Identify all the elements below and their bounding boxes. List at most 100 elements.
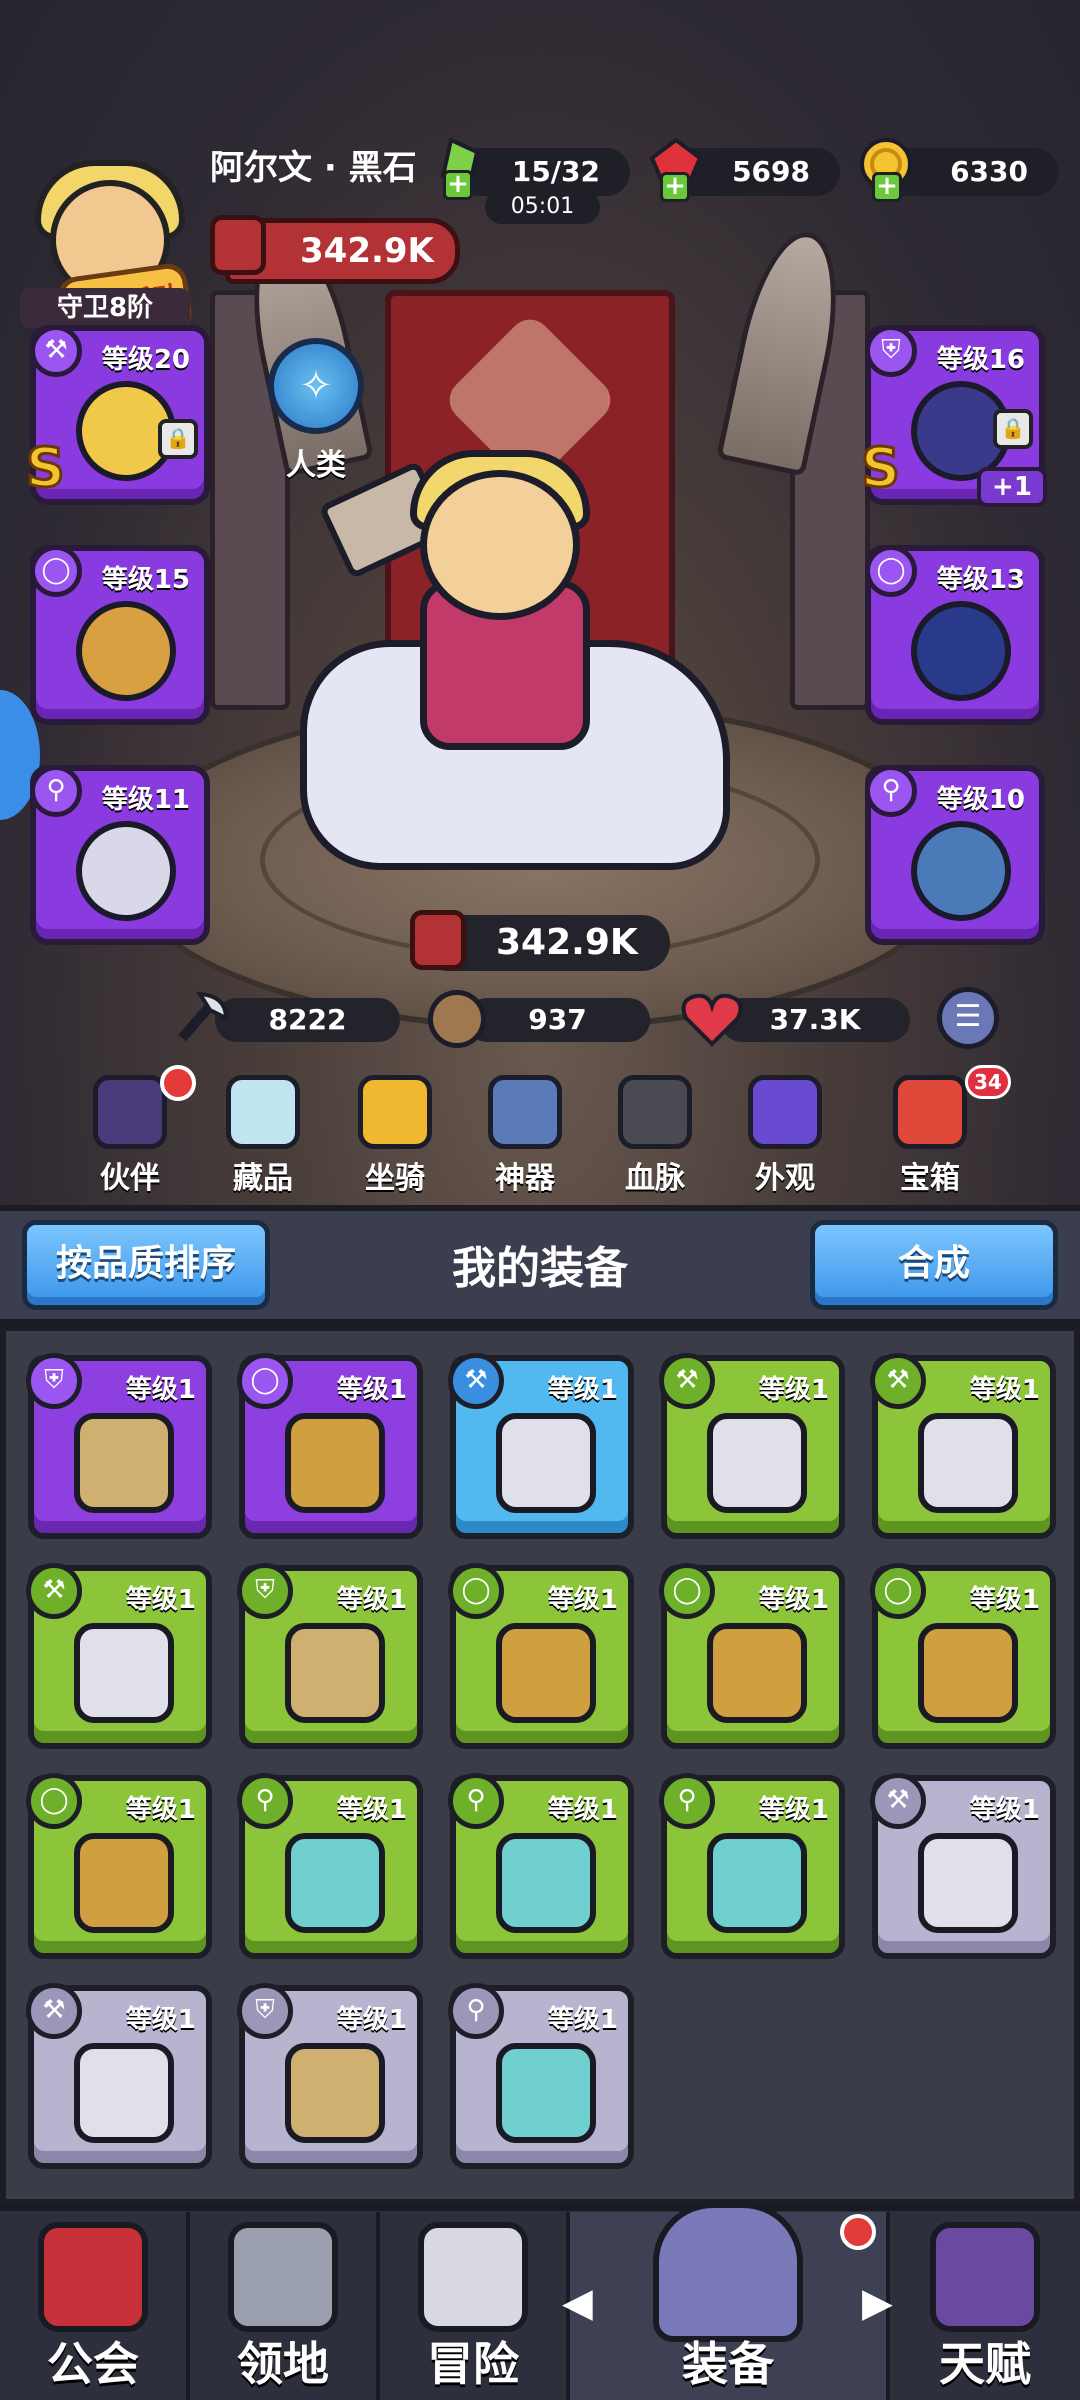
nav-talent[interactable]: 天赋: [890, 2212, 1080, 2400]
equip-slot-ring-2[interactable]: ◯ 等级13: [865, 545, 1045, 725]
notification-dot: [840, 2214, 876, 2250]
inventory-item[interactable]: ⚒ 等级1: [870, 1353, 1056, 1539]
stamina-add-button[interactable]: +: [443, 170, 473, 200]
menu-chest[interactable]: 宝箱 34: [875, 1065, 1011, 1196]
amulet-icon: ⚲: [237, 1773, 293, 1829]
nav-label: 冒险: [427, 2337, 519, 2391]
slot-level: 等级11: [101, 785, 190, 815]
inventory-item[interactable]: ⚲ 等级1: [448, 1773, 634, 1959]
chest-armor-icon: [285, 2043, 385, 2143]
inventory-item[interactable]: ⚒ 等级1: [26, 1563, 212, 1749]
gem-add-button[interactable]: +: [660, 172, 690, 202]
menu-artifact[interactable]: 神器: [470, 1075, 580, 1196]
inventory-item[interactable]: ⛨ 等级1: [237, 1983, 423, 2169]
armor-icon: ⛨: [237, 1563, 293, 1619]
leather-armor-icon: [74, 1413, 174, 1513]
inventory-item[interactable]: ⚒ 等级1: [448, 1353, 634, 1539]
equip-slot-amulet[interactable]: ⚲ 等级11: [30, 765, 210, 945]
ruby-amulet-icon: [76, 821, 176, 921]
nav-territory[interactable]: 领地: [190, 2212, 380, 2400]
item-level: 等级1: [969, 1795, 1040, 1825]
amulet-icon: ⚲: [865, 765, 917, 817]
crossed-axes-icon: [418, 2222, 528, 2332]
equip-slot-amulet-2[interactable]: ⚲ 等级10: [865, 765, 1045, 945]
race-crest-icon[interactable]: ✧: [268, 338, 364, 434]
rank-badge: S: [860, 435, 902, 501]
heart-icon: [681, 993, 743, 1047]
slot-level: 等级15: [101, 565, 190, 595]
sapphire-ring-icon: [707, 1623, 807, 1723]
armor-icon: ⛨: [26, 1353, 82, 1409]
defense-stat: 937: [465, 998, 650, 1042]
menu-appearance[interactable]: 外观: [730, 1075, 840, 1196]
attack-axe-icon: [178, 991, 229, 1042]
inventory-item[interactable]: ⚲ 等级1: [448, 1983, 634, 2169]
menu-companion[interactable]: 伙伴: [75, 1065, 196, 1196]
item-level: 等级1: [336, 2005, 407, 2035]
amulet-icon: ⚲: [448, 1983, 504, 2039]
equip-slot-weapon[interactable]: ⚒ 等级20 🔒 S: [25, 325, 210, 505]
guild-banner-icon: [38, 2222, 148, 2332]
rank-badge: S: [25, 435, 67, 501]
hero-head: [420, 470, 580, 620]
inventory-item[interactable]: ⚒ 等级1: [26, 1983, 212, 2169]
item-level: 等级1: [125, 1375, 196, 1405]
axe-icon: ⚒: [26, 1563, 82, 1619]
armor-icon: ⛨: [237, 1983, 293, 2039]
chevron-left-icon: ◀: [562, 2280, 593, 2326]
inventory-item[interactable]: ◯ 等级1: [659, 1563, 845, 1749]
nav-guild[interactable]: 公会: [0, 2212, 190, 2400]
equip-slot-ring[interactable]: ◯ 等级15: [30, 545, 210, 725]
sword-artifact-icon: [488, 1075, 562, 1149]
menu-label: 伙伴: [100, 1161, 160, 1196]
nav-label: 装备: [682, 2337, 774, 2391]
menu-bloodline[interactable]: 血脉: [600, 1075, 710, 1196]
nav-label: 公会: [47, 2337, 139, 2391]
gold-add-button[interactable]: +: [872, 172, 902, 202]
axe-icon: ⚒: [30, 325, 82, 377]
inventory-item[interactable]: ⚒ 等级1: [659, 1353, 845, 1539]
inventory-item[interactable]: ⛨ 等级1: [26, 1353, 212, 1539]
stats-list-button[interactable]: ☰: [937, 987, 999, 1049]
inventory-item[interactable]: ⚒ 等级1: [870, 1773, 1056, 1959]
bloodline-emblem-icon: [618, 1075, 692, 1149]
sapphire-ring-icon: [911, 601, 1011, 701]
item-level: 等级1: [758, 1375, 829, 1405]
castle-icon: [228, 2222, 338, 2332]
merge-button[interactable]: 合成: [810, 1220, 1058, 1310]
axe-icon: ⚒: [659, 1353, 715, 1409]
sapphire-ring-icon: [918, 1623, 1018, 1723]
ruby-amulet-icon: [496, 2043, 596, 2143]
inventory-item[interactable]: ⚲ 等级1: [237, 1773, 423, 1959]
hero-stage: 五一活动节 守卫8阶 阿尔文 · 黑石 15/32 + 05:01 5698 +…: [0, 0, 1080, 1205]
equip-slot-armor[interactable]: ⛨ 等级16 🔒 S +1: [860, 325, 1047, 507]
axe-icon: ⚒: [870, 1773, 926, 1829]
sort-by-quality-button[interactable]: 按品质排序: [22, 1220, 270, 1310]
inventory-item[interactable]: ⛨ 等级1: [237, 1563, 423, 1749]
stamina-timer: 05:01: [485, 190, 600, 224]
inventory-item[interactable]: ◯ 等级1: [870, 1563, 1056, 1749]
menu-collection[interactable]: 藏品: [208, 1075, 318, 1196]
skull-mask-icon: [496, 1833, 596, 1933]
nav-equipment[interactable]: 装备: [570, 2202, 890, 2400]
item-level: 等级1: [547, 1795, 618, 1825]
inventory-item[interactable]: ⚲ 等级1: [659, 1773, 845, 1959]
menu-label: 神器: [495, 1161, 555, 1196]
inventory-item[interactable]: ◯ 等级1: [26, 1773, 212, 1959]
item-level: 等级1: [758, 1795, 829, 1825]
amulet-icon: ⚲: [30, 765, 82, 817]
inventory-item[interactable]: ◯ 等级1: [448, 1563, 634, 1749]
slot-level: 等级16: [936, 345, 1025, 375]
lock-icon: 🔒: [158, 419, 198, 459]
skull-mask-icon: [707, 1833, 807, 1933]
inventory-item[interactable]: ◯ 等级1: [237, 1353, 423, 1539]
axe-icon: ⚒: [26, 1983, 82, 2039]
menu-mount[interactable]: 坐骑: [340, 1075, 450, 1196]
hand-axe-icon: [74, 1623, 174, 1723]
nav-adventure[interactable]: 冒险: [380, 2212, 570, 2400]
player-name: 阿尔文 · 黑石: [210, 148, 417, 188]
talent-book-icon: [930, 2222, 1040, 2332]
slot-level: 等级10: [936, 785, 1025, 815]
axe-power-icon: [410, 910, 466, 970]
item-level: 等级1: [969, 1585, 1040, 1615]
